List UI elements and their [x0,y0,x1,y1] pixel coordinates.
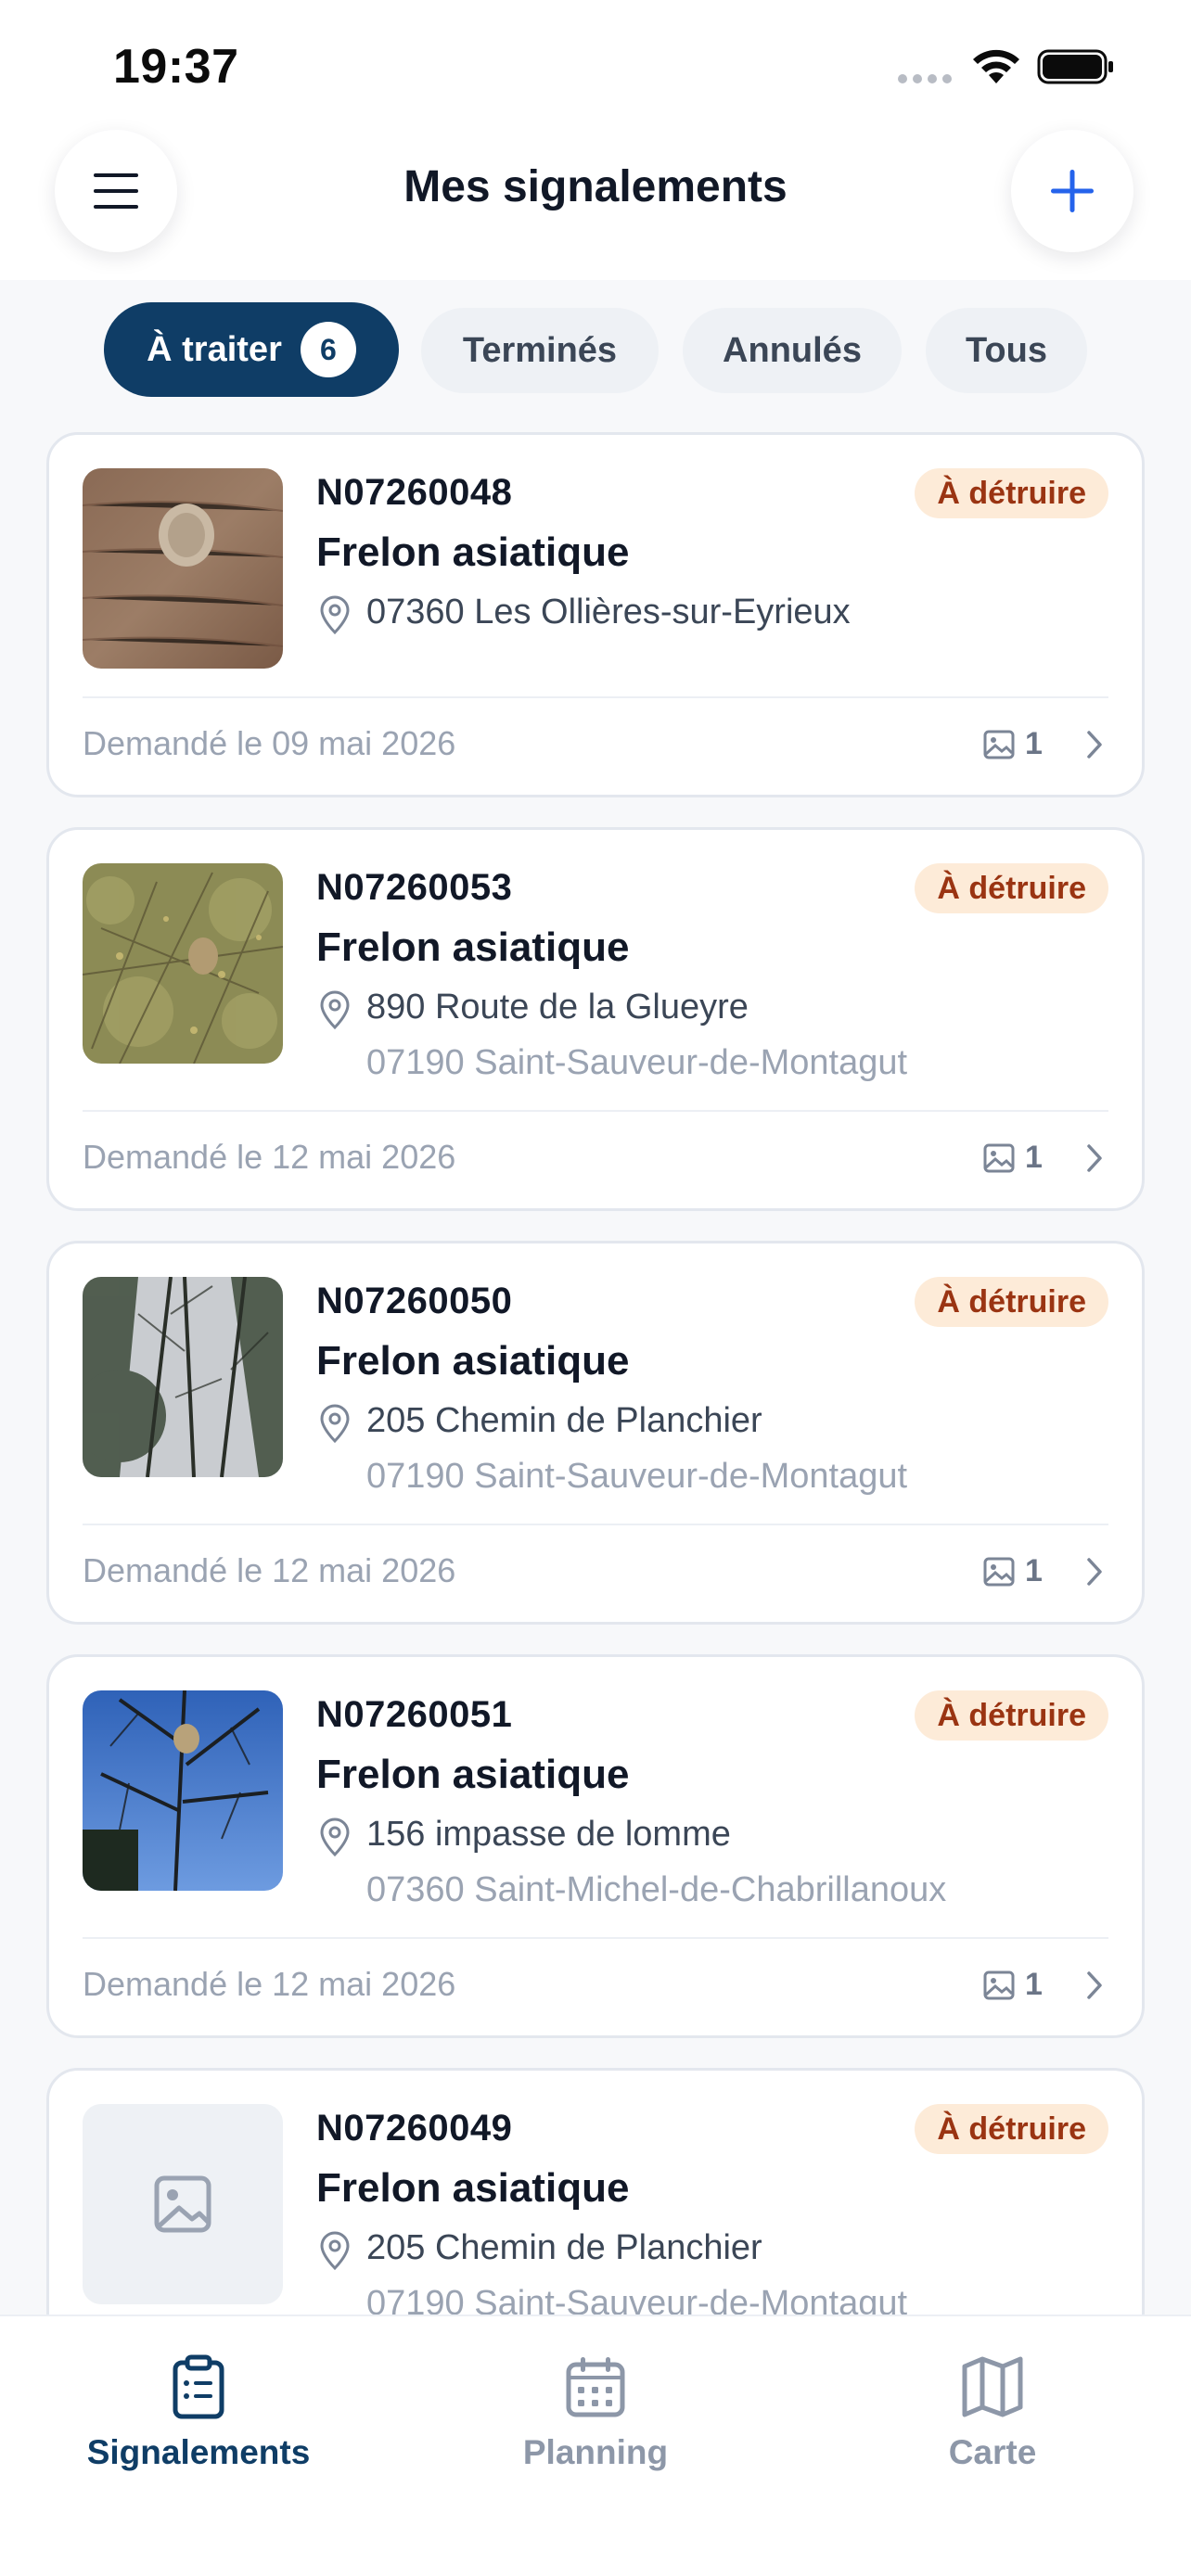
chevron-right-icon[interactable] [1081,1141,1108,1175]
photo-count: 1 [1025,1967,1043,2002]
report-species: Frelon asiatique [316,2165,630,2211]
map-icon [962,2356,1023,2417]
report-card[interactable]: N07260050 À détruire Frelon asiatique 20… [46,1241,1145,1625]
filter-a-traiter[interactable]: À traiter 6 [104,302,399,397]
tab-label: Planning [522,2433,669,2471]
report-reference: N07260051 [316,1694,513,1735]
card-divider [83,1110,1108,1112]
address-city: 07190 Saint-Sauveur-de-Montagut [366,2284,908,2315]
wood-nest-photo [83,468,283,669]
bottom-tab-bar: Signalements Planning Carte [0,2315,1191,2576]
report-species: Frelon asiatique [316,1338,630,1384]
status-badge: À détruire [915,468,1108,518]
report-reference: N07260048 [316,472,513,513]
photo-icon [983,1970,1015,2000]
status-time: 19:37 [113,40,239,94]
request-date: Demandé le 09 mai 2026 [83,724,456,762]
location-pin-icon [320,1404,350,1444]
app-header: Mes signalements [0,121,1191,280]
report-card[interactable]: N07260053 À détruire Frelon asiatique 89… [46,827,1145,1211]
report-species: Frelon asiatique [316,529,630,575]
tab-label: Carte [948,2433,1037,2471]
request-date: Demandé le 12 mai 2026 [83,1138,456,1176]
tab-signalements[interactable]: Signalements [0,2353,397,2472]
report-list[interactable]: N07260048 À détruire Frelon asiatique 07… [0,430,1191,2315]
address-city: 07190 Saint-Sauveur-de-Montagut [366,1457,908,1496]
photo-icon [983,1557,1015,1587]
report-reference: N07260050 [316,1281,513,1321]
photo-count: 1 [1025,1553,1043,1588]
filter-count-badge: 6 [300,322,356,377]
tab-label: Signalements [86,2433,311,2471]
sky-tree-photo [83,1690,283,1891]
filter-annules[interactable]: Annulés [683,308,902,393]
filter-tabs: À traiter 6 Terminés Annulés Tous [0,280,1191,401]
thumbnail-placeholder [83,2104,283,2304]
card-divider [83,1937,1108,1939]
report-species: Frelon asiatique [316,925,630,970]
bush-nest-photo [83,863,283,1064]
request-date: Demandé le 12 mai 2026 [83,1965,456,2003]
status-badge: À détruire [915,863,1108,913]
chevron-right-icon[interactable] [1081,1555,1108,1588]
location-pin-icon [320,2231,350,2271]
filter-label: À traiter [147,329,282,369]
filter-label: Terminés [462,330,618,370]
location-pin-icon [320,595,350,635]
address-line: 07360 Les Ollières-sur-Eyrieux [366,593,851,631]
cellular-signal-icon [898,74,952,83]
address-city: 07190 Saint-Sauveur-de-Montagut [366,1043,908,1082]
trees-photo [83,1277,283,1477]
location-pin-icon [320,1817,350,1857]
wifi-icon [973,49,1019,83]
photo-icon [983,730,1015,759]
request-date: Demandé le 12 mai 2026 [83,1551,456,1589]
status-badge: À détruire [915,2104,1108,2154]
card-divider [83,1524,1108,1525]
card-divider [83,696,1108,698]
filter-termines[interactable]: Terminés [421,308,659,393]
photo-count: 1 [1025,726,1043,761]
report-card[interactable]: N07260048 À détruire Frelon asiatique 07… [46,432,1145,797]
filter-label: Annulés [723,330,862,370]
address-city: 07360 Saint-Michel-de-Chabrillanoux [366,1870,947,1909]
photo-icon [983,1143,1015,1173]
status-badge: À détruire [915,1690,1108,1741]
chevron-right-icon[interactable] [1081,728,1108,761]
address-line: 156 impasse de lomme [366,1815,731,1854]
chevron-right-icon[interactable] [1081,1969,1108,2002]
report-reference: N07260053 [316,867,513,908]
clipboard-list-icon [173,2354,224,2419]
tab-planning[interactable]: Planning [397,2353,794,2472]
report-card[interactable]: N07260051 À détruire Frelon asiatique 15… [46,1654,1145,2038]
calendar-icon [566,2357,625,2417]
report-species: Frelon asiatique [316,1752,630,1797]
filter-label: Tous [966,330,1047,370]
report-reference: N07260049 [316,2108,513,2149]
address-line: 205 Chemin de Planchier [366,2228,762,2267]
filter-tous[interactable]: Tous [926,308,1087,393]
photo-count: 1 [1025,1140,1043,1175]
address-line: 205 Chemin de Planchier [366,1401,762,1440]
image-placeholder-icon [154,2175,211,2233]
location-pin-icon [320,990,350,1030]
battery-icon [1037,49,1113,84]
plus-icon [1051,170,1094,212]
status-badge: À détruire [915,1277,1108,1327]
report-card[interactable]: N07260049 À détruire Frelon asiatique 20… [46,2068,1145,2315]
tab-carte[interactable]: Carte [794,2353,1191,2472]
address-line: 890 Route de la Glueyre [366,988,749,1027]
add-report-button[interactable] [1011,130,1133,252]
status-bar: 19:37 [0,0,1191,121]
